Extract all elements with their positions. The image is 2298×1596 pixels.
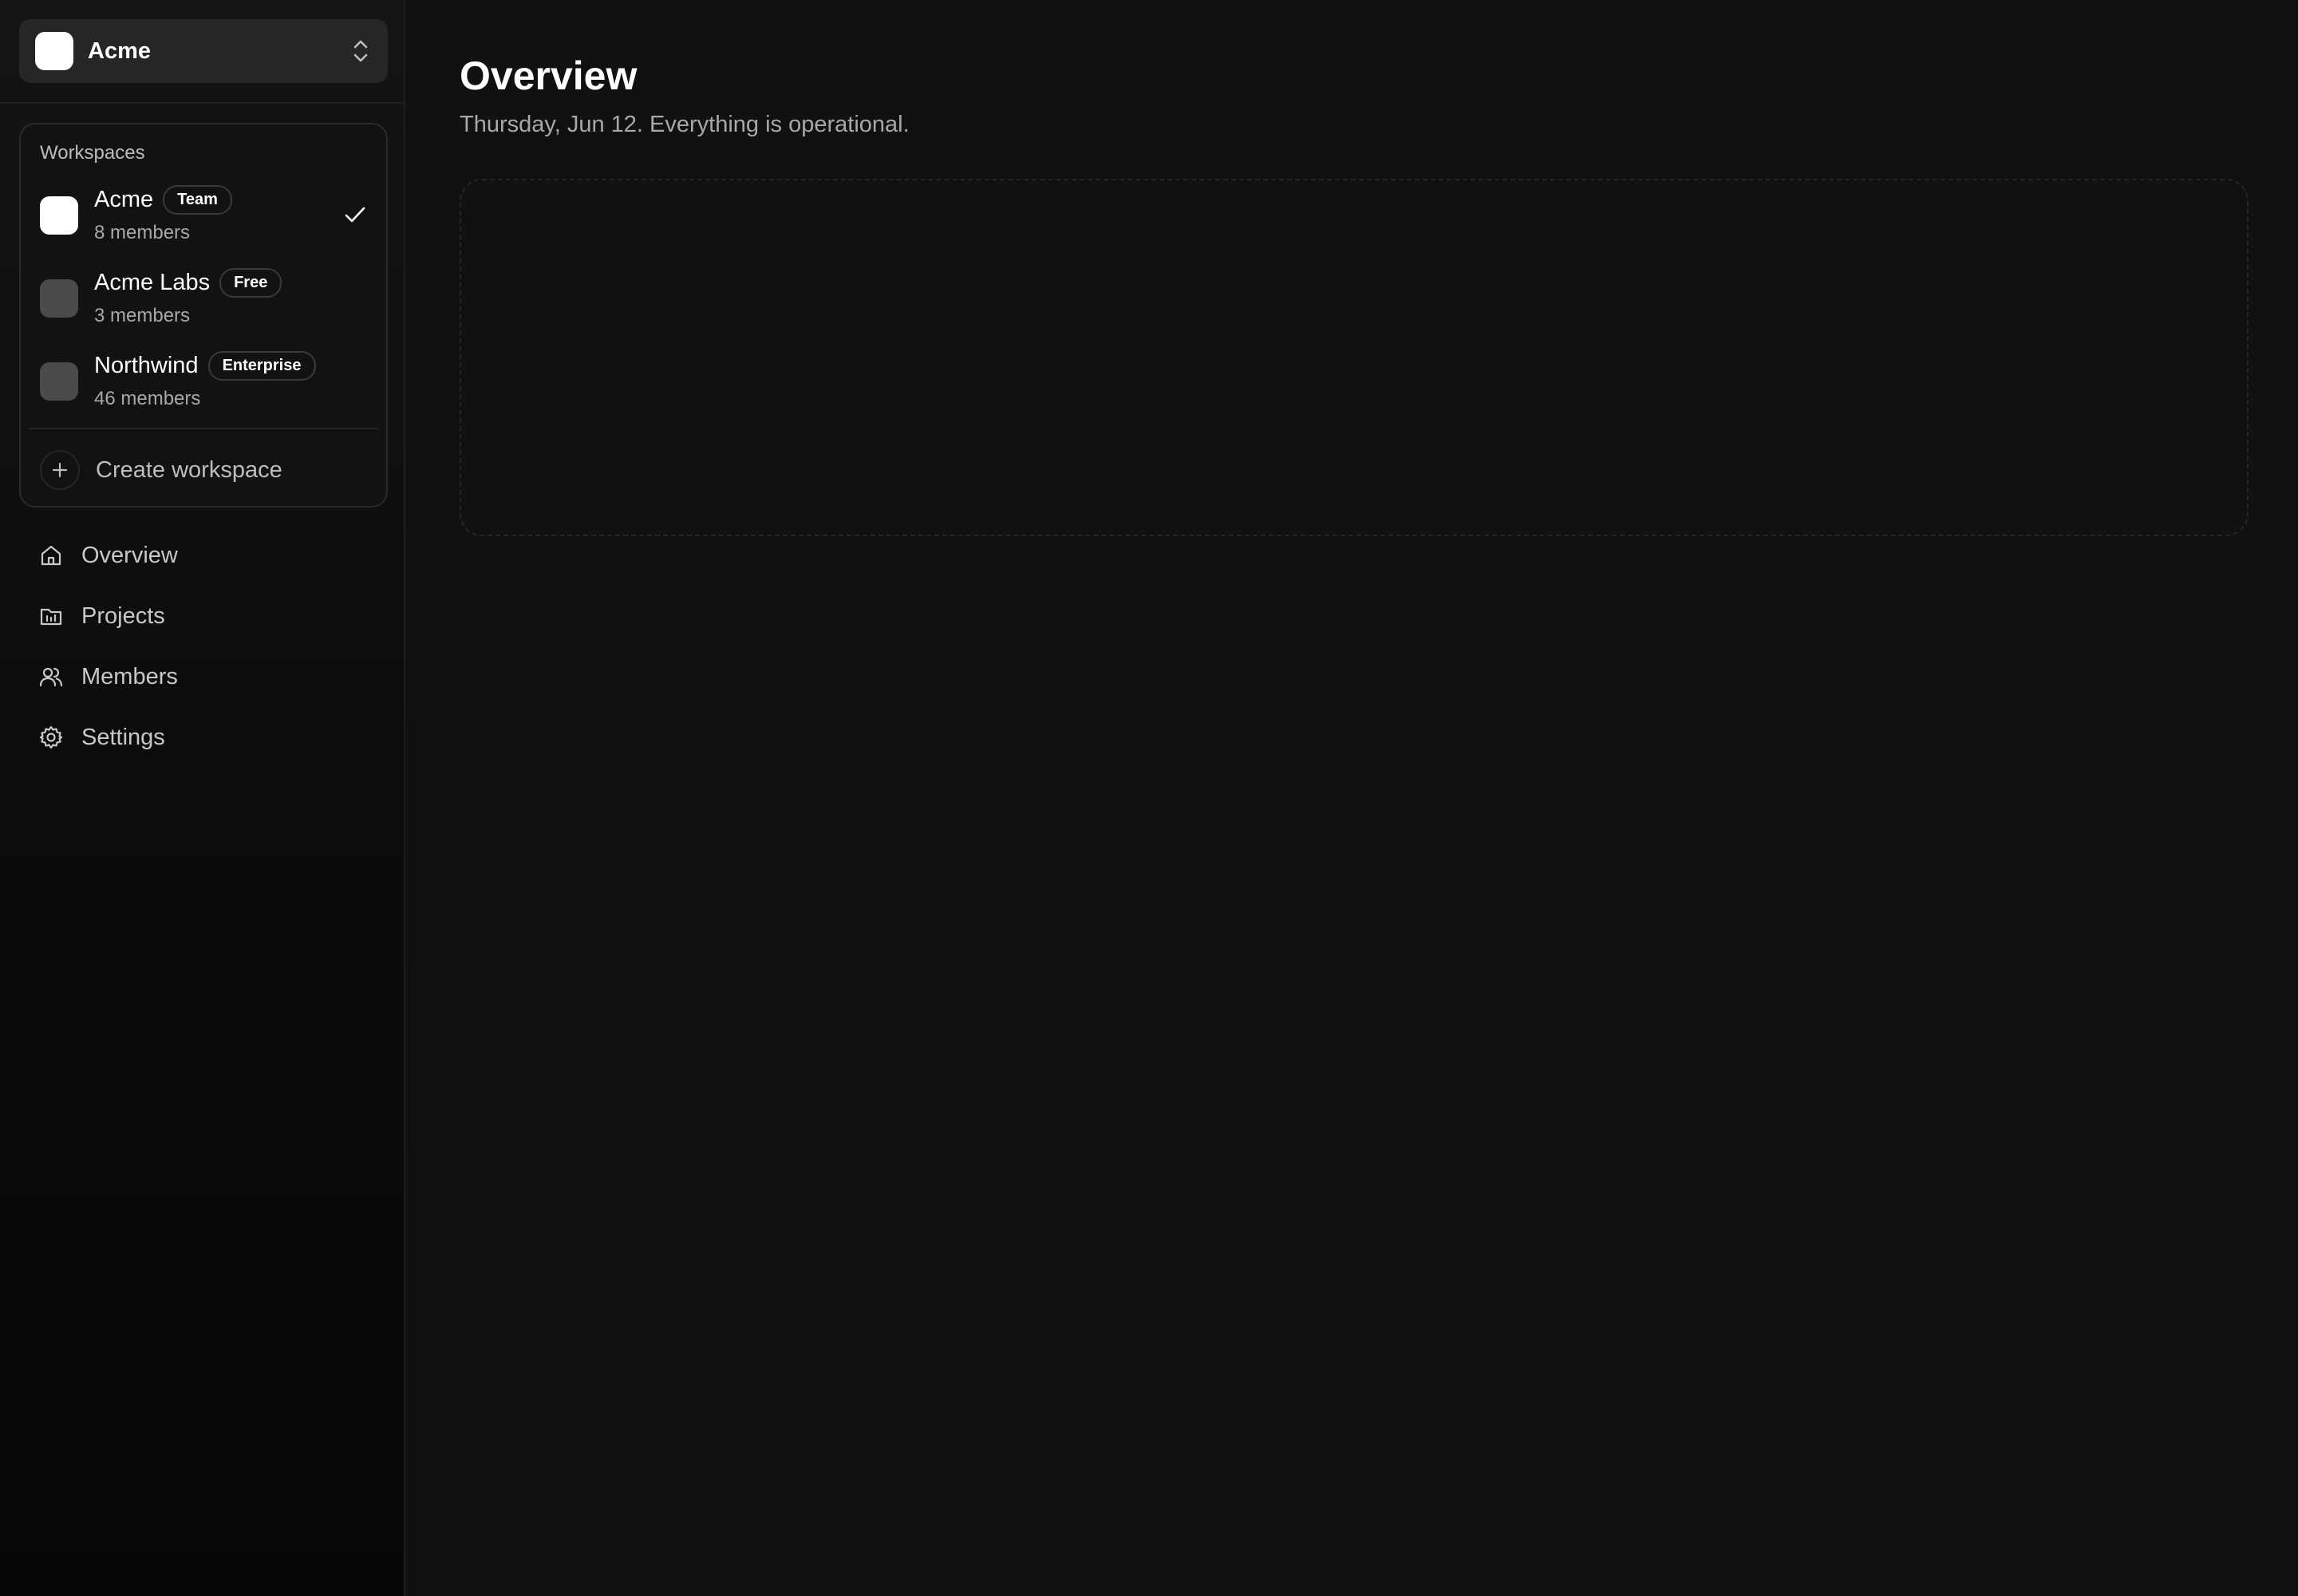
create-workspace-button[interactable]: Create workspace: [21, 437, 386, 503]
workspace-members: 8 members: [94, 222, 191, 243]
workspace-members: 46 members: [94, 388, 201, 409]
gear-icon: [39, 725, 63, 749]
home-icon: [41, 545, 61, 566]
plan-badge: Enterprise: [207, 351, 316, 381]
workspace-item-acme-labs[interactable]: Acme Labs Free 3 members: [21, 260, 386, 337]
sidebar-item-label: Members: [81, 663, 178, 689]
sidebar-item-overview[interactable]: Overview: [19, 525, 388, 586]
empty-placeholder-panel: [460, 179, 2249, 536]
app: Acme Workspaces Acme Team 8 members Acme…: [0, 0, 2298, 1596]
workspace-logo: [40, 279, 78, 318]
workspace-item-acme[interactable]: Acme Team 8 members: [21, 177, 386, 254]
workspace-name: Acme Labs: [94, 270, 211, 295]
sidebar-nav: Overview Projects Members Settings: [19, 525, 388, 768]
plus-icon: [40, 450, 80, 490]
workspaces-heading: Workspaces: [40, 142, 145, 164]
create-workspace-label: Create workspace: [96, 456, 282, 483]
sidebar-item-projects[interactable]: Projects: [19, 586, 388, 646]
folder-chart-icon: [40, 608, 62, 626]
dropdown-separator: [29, 428, 378, 429]
page-title: Overview: [460, 53, 638, 98]
workspace-logo: [40, 362, 78, 401]
sidebar-item-settings[interactable]: Settings: [19, 707, 388, 768]
sidebar-item-label: Settings: [81, 724, 165, 750]
workspace-dropdown: Workspaces Acme Team 8 members Acme Labs F…: [19, 123, 388, 508]
workspace-logo: [40, 196, 78, 235]
sidebar-item-label: Overview: [81, 542, 178, 568]
workspace-name: Acme: [94, 187, 154, 212]
sidebar: Acme Workspaces Acme Team 8 members Acme…: [0, 0, 405, 1596]
workspace-members: 3 members: [94, 305, 191, 326]
sidebar-divider: [0, 102, 405, 104]
plan-badge: Free: [219, 268, 282, 298]
workspace-switcher-name: Acme: [88, 38, 151, 64]
plan-badge: Team: [163, 185, 232, 215]
page-subtitle: Thursday, Jun 12. Everything is operatio…: [460, 112, 910, 137]
sidebar-item-members[interactable]: Members: [19, 646, 388, 707]
users-icon: [39, 667, 63, 687]
sidebar-item-label: Projects: [81, 602, 165, 629]
check-icon: [345, 207, 365, 223]
workspace-switcher[interactable]: Acme: [19, 19, 388, 83]
chevron-up-down-icon: [353, 40, 368, 62]
workspace-name: Northwind: [94, 353, 199, 378]
workspace-item-northwind[interactable]: Northwind Enterprise 46 members: [21, 343, 386, 420]
workspace-logo: [35, 32, 73, 70]
